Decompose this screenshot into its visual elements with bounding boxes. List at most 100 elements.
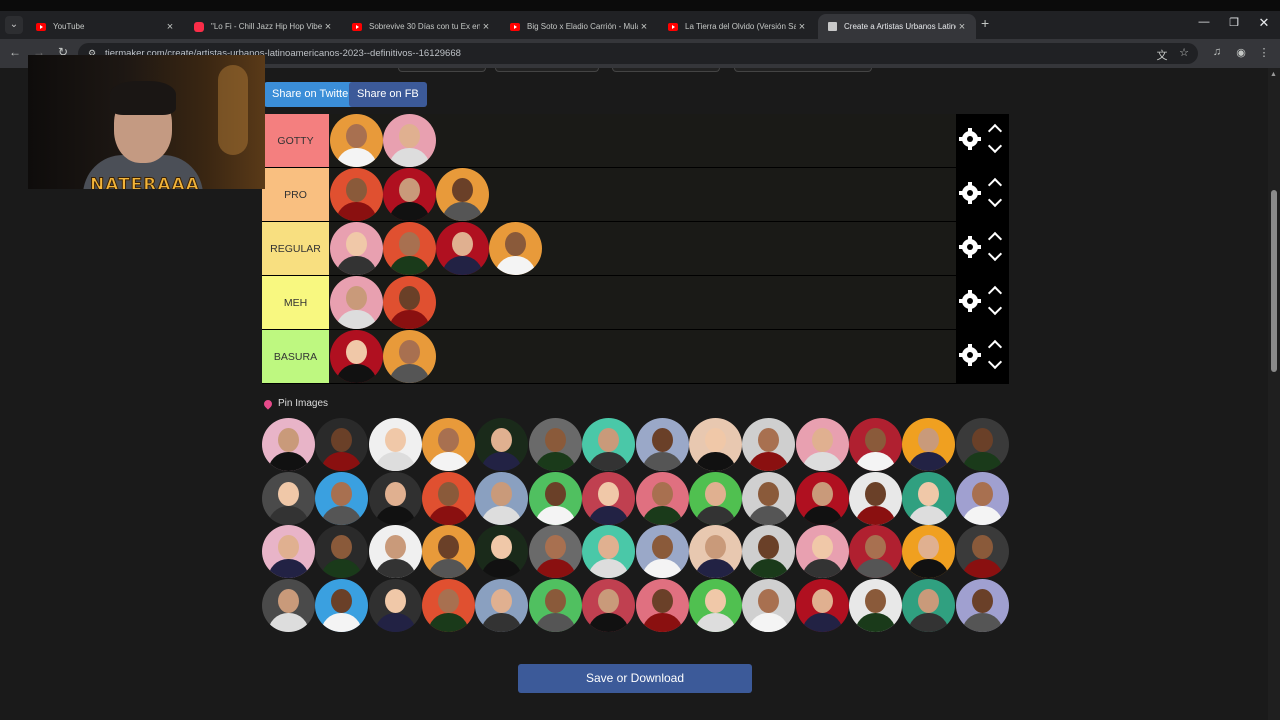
tier-items[interactable] — [329, 276, 956, 329]
tab-sobrevive[interactable]: Sobrevive 30 Días con tu Ex en M × — [342, 14, 500, 39]
pool-artist-image[interactable] — [475, 525, 529, 578]
pool-artist-image[interactable] — [688, 578, 742, 632]
minimize-icon[interactable]: — — [1189, 16, 1219, 28]
pool-artist-image[interactable] — [475, 471, 529, 525]
chevron-up-icon[interactable] — [987, 339, 1003, 355]
partial-button[interactable] — [398, 68, 486, 72]
tab-tiermaker[interactable]: Create a Artistas Urbanos Latino × — [818, 14, 976, 39]
pool-artist-image[interactable] — [582, 578, 636, 632]
pool-artist-image[interactable] — [422, 471, 476, 525]
pool-artist-image[interactable] — [368, 525, 422, 578]
tier-artist-image[interactable] — [489, 222, 542, 275]
pool-artist-image[interactable] — [955, 525, 1009, 578]
pool-artist-image[interactable] — [795, 578, 849, 632]
pool-artist-image[interactable] — [955, 471, 1009, 525]
tier-items[interactable] — [329, 330, 956, 383]
pool-artist-image[interactable] — [848, 525, 902, 578]
pool-artist-image[interactable] — [262, 418, 315, 471]
pool-artist-image[interactable] — [315, 418, 369, 471]
tab-lofi[interactable]: "Lo Fi - Chill Jazz Hip Hop Vibes × — [184, 14, 342, 39]
tier-artist-image[interactable] — [383, 330, 436, 383]
chevron-down-icon[interactable] — [987, 192, 1003, 208]
chevron-up-icon[interactable] — [987, 231, 1003, 247]
pool-artist-image[interactable] — [902, 471, 956, 525]
pool-artist-image[interactable] — [528, 471, 582, 525]
tier-label[interactable]: BASURA — [262, 330, 329, 383]
save-download-button[interactable]: Save or Download — [518, 664, 752, 693]
pool-artist-image[interactable] — [635, 578, 689, 632]
pool-artist-image[interactable] — [795, 471, 849, 525]
tab-tierra-olvido[interactable]: La Tierra del Olvido (Versión Sa × — [658, 14, 816, 39]
tab-search-button[interactable]: ⌄ — [5, 16, 23, 34]
tier-artist-image[interactable] — [436, 168, 489, 221]
pool-artist-image[interactable] — [848, 578, 902, 632]
pool-artist-image[interactable] — [742, 471, 796, 525]
tier-artist-image[interactable] — [383, 276, 436, 329]
tier-items[interactable] — [329, 222, 956, 275]
scroll-thumb[interactable] — [1271, 190, 1277, 372]
pool-artist-image[interactable] — [635, 471, 689, 525]
pool-artist-image[interactable] — [528, 578, 582, 632]
pool-artist-image[interactable] — [582, 525, 636, 578]
close-icon[interactable]: × — [322, 21, 334, 33]
tier-artist-image[interactable] — [330, 168, 383, 221]
share-twitter-button[interactable]: Share on Twitter — [264, 82, 360, 107]
window-close-icon[interactable]: ✕ — [1249, 15, 1279, 31]
tier-items[interactable] — [329, 114, 956, 167]
new-tab-button[interactable]: + — [981, 15, 989, 31]
page-scrollbar[interactable]: ▲ — [1268, 68, 1280, 720]
profile-icon[interactable]: ◉ — [1233, 46, 1249, 59]
pool-artist-image[interactable] — [742, 418, 796, 471]
chevron-down-icon[interactable] — [987, 138, 1003, 154]
pool-artist-image[interactable] — [688, 525, 742, 578]
pool-artist-image[interactable] — [902, 525, 956, 578]
pool-artist-image[interactable] — [475, 578, 529, 632]
scroll-up-icon[interactable]: ▲ — [1270, 71, 1277, 78]
pool-artist-image[interactable] — [795, 418, 849, 471]
pool-artist-image[interactable] — [955, 578, 1009, 632]
pool-artist-image[interactable] — [688, 471, 742, 525]
tier-artist-image[interactable] — [436, 222, 489, 275]
pool-artist-image[interactable] — [262, 525, 315, 578]
partial-button[interactable] — [734, 68, 872, 72]
tier-artist-image[interactable] — [330, 222, 383, 275]
pool-artist-image[interactable] — [848, 471, 902, 525]
pool-artist-image[interactable] — [475, 418, 529, 471]
pool-artist-image[interactable] — [315, 525, 369, 578]
chevron-down-icon[interactable] — [987, 246, 1003, 262]
pool-artist-image[interactable] — [422, 418, 476, 471]
close-icon[interactable]: × — [164, 21, 176, 33]
partial-button[interactable] — [612, 68, 720, 72]
pool-artist-image[interactable] — [902, 418, 956, 471]
tier-artist-image[interactable] — [383, 222, 436, 275]
tab-big-soto[interactable]: Big Soto x Eladio Carrión - Mula × — [500, 14, 658, 39]
chevron-up-icon[interactable] — [987, 285, 1003, 301]
maximize-icon[interactable]: ❐ — [1219, 16, 1249, 29]
pool-artist-image[interactable] — [368, 578, 422, 632]
close-icon[interactable]: × — [796, 21, 808, 33]
pool-artist-image[interactable] — [582, 418, 636, 471]
tier-artist-image[interactable] — [383, 168, 436, 221]
pool-artist-image[interactable] — [635, 418, 689, 471]
tier-artist-image[interactable] — [383, 114, 436, 167]
pool-artist-image[interactable] — [795, 525, 849, 578]
pool-artist-image[interactable] — [688, 418, 742, 471]
pool-artist-image[interactable] — [848, 418, 902, 471]
tier-label[interactable]: MEH — [262, 276, 329, 329]
chevron-up-icon[interactable] — [987, 177, 1003, 193]
pool-artist-image[interactable] — [955, 418, 1009, 471]
pool-artist-image[interactable] — [635, 525, 689, 578]
tier-artist-image[interactable] — [330, 276, 383, 329]
partial-button[interactable] — [495, 68, 599, 72]
pool-artist-image[interactable] — [528, 418, 582, 471]
translate-icon[interactable]: 文 — [1154, 47, 1170, 63]
pool-artist-image[interactable] — [368, 471, 422, 525]
tier-label[interactable]: REGULAR — [262, 222, 329, 275]
media-icon[interactable]: ♫ — [1209, 46, 1225, 58]
tier-artist-image[interactable] — [330, 114, 383, 167]
chevron-up-icon[interactable] — [987, 123, 1003, 139]
chevron-down-icon[interactable] — [987, 354, 1003, 370]
pool-artist-image[interactable] — [315, 471, 369, 525]
close-icon[interactable]: × — [480, 21, 492, 33]
pool-artist-image[interactable] — [262, 578, 315, 632]
